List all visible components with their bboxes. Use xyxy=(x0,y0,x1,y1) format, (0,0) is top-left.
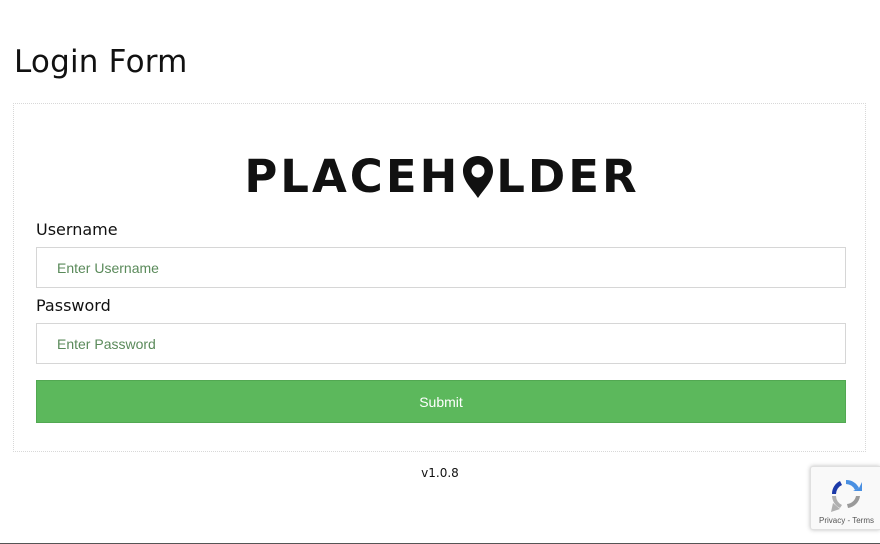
login-page: Login Form PLACEH LDER Username Password… xyxy=(0,0,880,544)
username-input[interactable] xyxy=(36,247,846,288)
page-title: Login Form xyxy=(14,44,188,80)
submit-button[interactable]: Submit xyxy=(36,380,846,423)
login-form-card: PLACEH LDER Username Password Submit xyxy=(13,103,866,452)
version-label: v1.0.8 xyxy=(421,466,459,480)
logo-text-end: LDER xyxy=(496,150,640,203)
placeholder-logo: PLACEH LDER xyxy=(240,148,644,206)
password-label: Password xyxy=(36,296,111,315)
recaptcha-links: Privacy - Terms xyxy=(811,516,880,525)
password-input[interactable] xyxy=(36,323,846,364)
terms-link[interactable]: Terms xyxy=(852,516,874,525)
recaptcha-badge[interactable]: Privacy - Terms xyxy=(810,466,880,530)
map-pin-icon xyxy=(463,156,494,198)
username-label: Username xyxy=(36,220,118,239)
privacy-link[interactable]: Privacy xyxy=(819,516,845,525)
recaptcha-icon xyxy=(831,479,862,512)
logo-text-start: PLACEH xyxy=(244,150,461,203)
